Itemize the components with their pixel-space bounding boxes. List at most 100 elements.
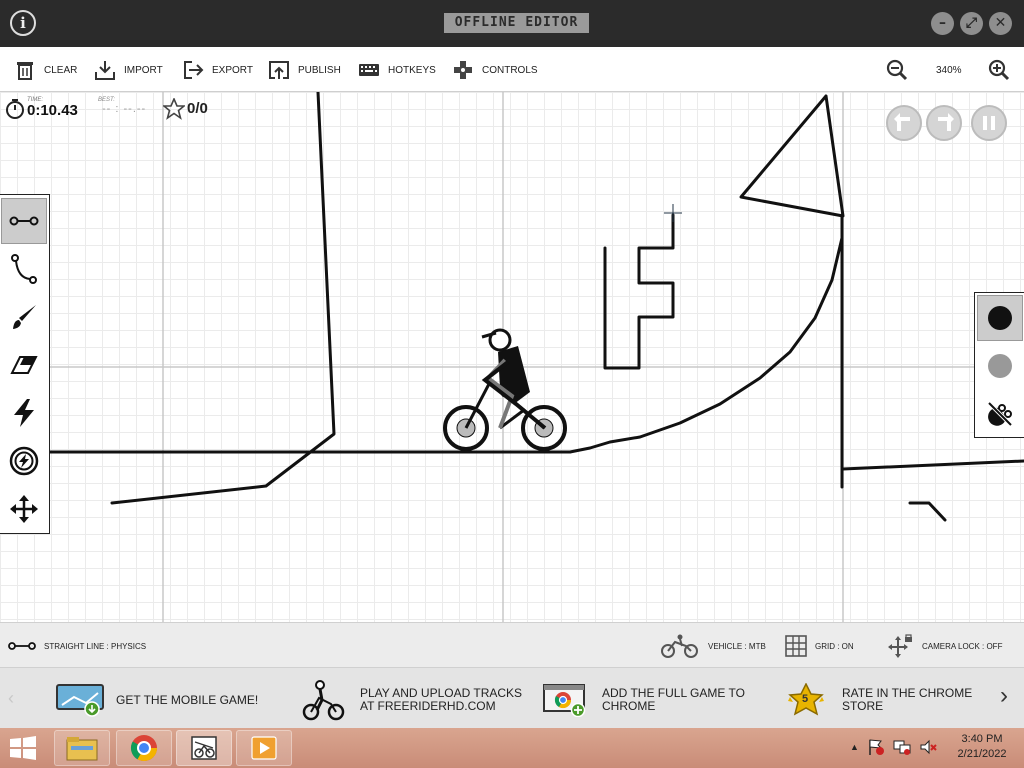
toggle-lines-button[interactable] bbox=[977, 391, 1023, 437]
windows-start-icon bbox=[10, 736, 36, 760]
redo-icon bbox=[938, 113, 954, 131]
publish-label: PUBLISH bbox=[298, 64, 341, 76]
clear-button[interactable]: CLEAR bbox=[14, 58, 77, 82]
dpad-icon bbox=[454, 61, 472, 79]
vehicle-label: VEHICLE : MTB bbox=[708, 641, 766, 651]
action-center-flag-icon[interactable] bbox=[867, 738, 885, 756]
zoom-in-button[interactable] bbox=[988, 58, 1010, 82]
taskbar-chrome[interactable] bbox=[116, 730, 172, 766]
publish-button[interactable]: PUBLISH bbox=[268, 58, 341, 82]
grid-label: GRID : ON bbox=[815, 641, 854, 651]
promo-chrome-game[interactable]: ADD THE FULL GAME TO CHROME bbox=[542, 680, 745, 720]
track-canvas[interactable]: TIME: 0:10.43 BEST: -- : --.-- 0/0 bbox=[0, 92, 1024, 622]
taskbar-file-explorer[interactable] bbox=[54, 730, 110, 766]
rating-badge: 5 bbox=[782, 682, 830, 717]
track-drawing bbox=[0, 92, 1024, 622]
scenery-line-swatch[interactable] bbox=[977, 343, 1023, 389]
rider-sprite bbox=[443, 328, 567, 451]
pause-button[interactable] bbox=[971, 105, 1007, 141]
camera-lock-icon bbox=[888, 634, 912, 658]
line-type-status: STRAIGHT LINE : PHYSICS bbox=[8, 634, 146, 658]
brush-tool[interactable] bbox=[1, 294, 47, 340]
promo-rate-chrome[interactable]: 5 RATE IN THE CHROME STORE bbox=[782, 680, 972, 720]
zoom-level: 340% bbox=[936, 65, 962, 76]
volume-muted-icon[interactable] bbox=[919, 738, 937, 756]
network-icon[interactable] bbox=[893, 738, 911, 756]
rider-icon bbox=[302, 680, 345, 721]
undo-icon bbox=[894, 113, 910, 131]
promo-upload-tracks[interactable]: PLAY AND UPLOAD TRACKS AT FREERIDERHD.COM bbox=[300, 680, 522, 721]
promo-rate-line2: STORE bbox=[842, 699, 884, 713]
move-tool[interactable] bbox=[1, 486, 47, 532]
promo-prev-arrow[interactable]: ‹ bbox=[8, 688, 14, 709]
zoom-in-icon bbox=[988, 59, 1010, 81]
star-icon bbox=[163, 98, 185, 120]
folder-icon bbox=[66, 737, 98, 761]
brush-icon bbox=[13, 305, 36, 329]
taskbar-clock[interactable]: 3:40 PM 2/21/2022 bbox=[944, 732, 1020, 762]
info-icon[interactable]: i bbox=[10, 10, 36, 36]
status-bar: STRAIGHT LINE : PHYSICS VEHICLE : MTB GR… bbox=[0, 622, 1024, 668]
import-button[interactable]: IMPORT bbox=[94, 58, 163, 82]
import-icon bbox=[95, 61, 115, 80]
powerup-icon bbox=[9, 446, 39, 476]
media-player-icon bbox=[251, 736, 277, 760]
undo-button[interactable] bbox=[886, 105, 922, 141]
maximize-icon[interactable]: ⤢ bbox=[960, 12, 983, 35]
promo-next-arrow[interactable]: › bbox=[1000, 682, 1008, 710]
camera-lock-label: CAMERA LOCK : OFF bbox=[922, 641, 1003, 651]
zoom-out-button[interactable] bbox=[886, 58, 908, 82]
export-button[interactable]: EXPORT bbox=[182, 58, 253, 82]
tool-palette bbox=[0, 194, 50, 534]
editor-toolbar: CLEAR IMPORT EXPORT PUBLISH HOTKEYS CONT… bbox=[0, 47, 1024, 92]
pause-icon bbox=[983, 116, 995, 130]
tray-expand-icon[interactable]: ▲ bbox=[850, 742, 859, 752]
minimize-icon[interactable]: – bbox=[931, 12, 954, 35]
redo-button[interactable] bbox=[926, 105, 962, 141]
keyboard-icon bbox=[359, 64, 379, 76]
bike-icon bbox=[661, 634, 698, 658]
clock-date: 2/21/2022 bbox=[957, 748, 1007, 760]
chrome-icon bbox=[130, 735, 158, 762]
rating-value: 5 bbox=[802, 693, 809, 705]
chrome-store-icon bbox=[543, 684, 586, 717]
grid-icon bbox=[785, 635, 807, 657]
curve-tool[interactable] bbox=[1, 246, 47, 292]
app-window: { "window": {"title": "OFFLINE EDITOR", … bbox=[0, 0, 1024, 768]
stopwatch-icon bbox=[6, 99, 24, 119]
promo-chrome-line2: CHROME bbox=[602, 699, 656, 713]
best-value: -- : --.-- bbox=[102, 103, 147, 115]
lightning-icon bbox=[14, 399, 34, 427]
boost-tool[interactable] bbox=[1, 390, 47, 436]
stars-count: 0/0 bbox=[187, 100, 208, 117]
grid-toggle[interactable]: GRID : ON bbox=[785, 634, 854, 658]
export-icon bbox=[184, 61, 204, 79]
export-label: EXPORT bbox=[212, 64, 253, 76]
publish-icon bbox=[269, 61, 289, 79]
powerup-tool[interactable] bbox=[1, 438, 47, 484]
taskbar-free-rider[interactable] bbox=[176, 730, 232, 766]
controls-label: CONTROLS bbox=[482, 64, 538, 76]
time-value: 0:10.43 bbox=[27, 102, 78, 119]
eraser-tool[interactable] bbox=[1, 342, 47, 388]
import-label: IMPORT bbox=[124, 64, 163, 76]
promo-mobile-game[interactable]: GET THE MOBILE GAME! bbox=[56, 680, 258, 720]
straight-line-tool[interactable] bbox=[1, 198, 47, 244]
clock-time: 3:40 PM bbox=[961, 733, 1003, 745]
camera-lock-toggle[interactable]: CAMERA LOCK : OFF bbox=[888, 634, 1002, 658]
close-icon[interactable]: ✕ bbox=[989, 12, 1012, 35]
taskbar-media-player[interactable] bbox=[236, 730, 292, 766]
clear-label: CLEAR bbox=[44, 64, 78, 76]
os-taskbar: ▲ 3:40 PM 2/21/2022 bbox=[0, 728, 1024, 768]
physics-color-dot bbox=[988, 306, 1012, 330]
vehicle-selector[interactable]: VEHICLE : MTB bbox=[660, 634, 766, 658]
promo-mobile-text: GET THE MOBILE GAME! bbox=[116, 692, 259, 707]
promo-bar: ‹ GET THE MOBILE GAME! PLAY AND UPLOAD T… bbox=[0, 668, 1024, 728]
controls-button[interactable]: CONTROLS bbox=[452, 58, 538, 82]
hotkeys-button[interactable]: HOTKEYS bbox=[358, 58, 436, 82]
straight-line-icon bbox=[9, 216, 39, 226]
line-type-label: STRAIGHT LINE : PHYSICS bbox=[44, 641, 147, 651]
start-button[interactable] bbox=[8, 735, 38, 761]
eraser-icon bbox=[10, 356, 38, 374]
physics-line-swatch[interactable] bbox=[977, 295, 1023, 341]
